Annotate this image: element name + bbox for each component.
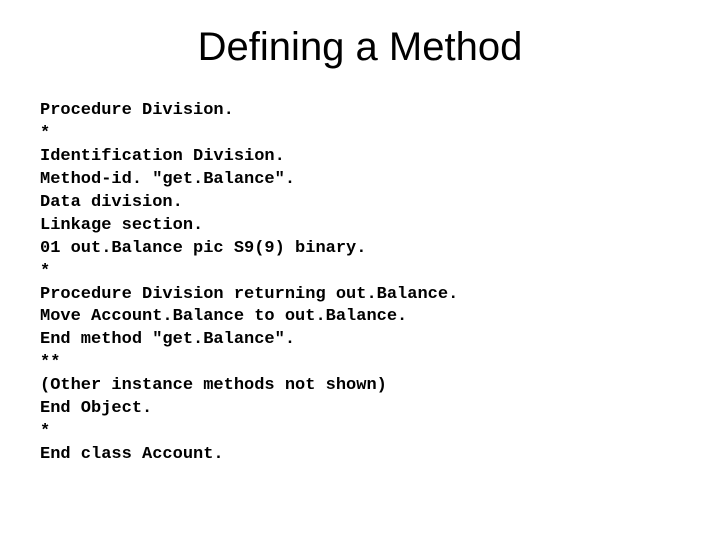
code-block: Procedure Division. * Identification Div… <box>40 100 680 467</box>
page-title: Defining a Method <box>40 25 680 70</box>
